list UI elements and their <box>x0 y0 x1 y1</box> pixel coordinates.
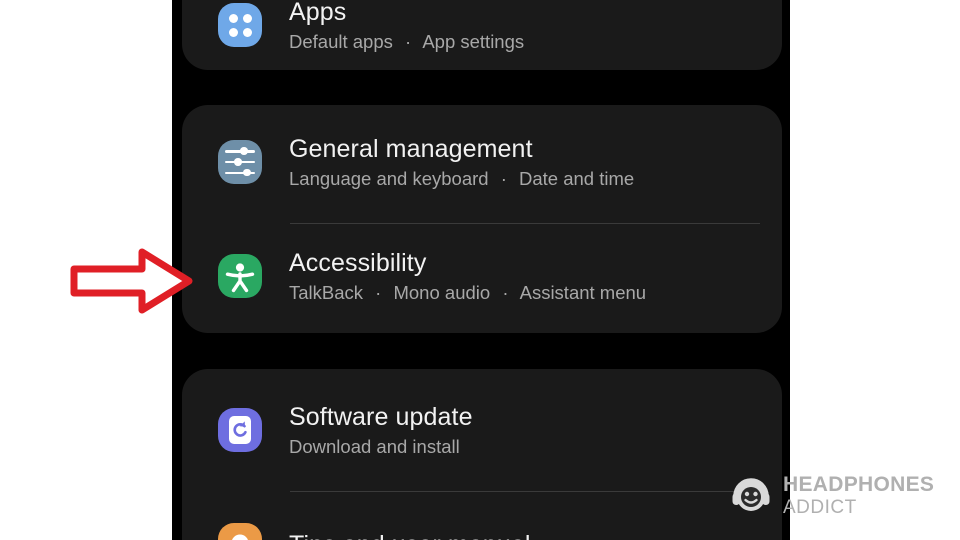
software-update-icon-wrap <box>218 408 262 452</box>
phone-settings-screen: Apps Default apps · App settings General… <box>172 0 790 540</box>
general-management-title: General management <box>289 134 533 163</box>
settings-row-general-management[interactable]: General management Language and keyboard… <box>182 105 782 219</box>
software-update-icon <box>218 408 262 452</box>
settings-row-tips-and-user-manual[interactable]: Tips and user manual <box>182 491 782 540</box>
settings-row-accessibility[interactable]: Accessibility TalkBack · Mono audio · As… <box>182 219 782 333</box>
apps-grid-icon <box>218 3 262 47</box>
accessibility-subtitle-part-2: Mono audio <box>393 281 491 303</box>
watermark-line-1: HEADPHONES <box>783 472 935 496</box>
apps-grid-dots <box>218 3 262 47</box>
subtitle-separator: · <box>500 167 507 189</box>
accessibility-icon-wrap <box>218 254 262 298</box>
watermark: HEADPHONES ADDICT <box>728 472 934 518</box>
accessibility-texts: Accessibility TalkBack · Mono audio · As… <box>289 248 646 305</box>
general-management-subtitle: Language and keyboard · Date and time <box>289 167 634 191</box>
red-arrow-pointer <box>70 248 193 314</box>
subtitle-separator: · <box>375 281 382 303</box>
general-management-texts: General management Language and keyboard… <box>289 134 634 191</box>
general-management-icon-wrap <box>218 140 262 184</box>
tips-icon-wrap <box>218 523 262 540</box>
software-update-texts: Software update Download and install <box>289 402 473 459</box>
watermark-text: HEADPHONES ADDICT <box>783 474 934 517</box>
settings-card-update: Software update Download and install Tip… <box>182 369 782 540</box>
apps-texts: Apps Default apps · App settings <box>289 0 524 54</box>
subtitle-separator: · <box>405 30 412 52</box>
accessibility-subtitle-part-3: Assistant menu <box>519 281 647 303</box>
accessibility-person-glyph <box>225 263 255 293</box>
accessibility-subtitle-part-1: TalkBack <box>289 281 364 303</box>
refresh-arrow-glyph <box>233 421 247 437</box>
apps-subtitle-part-1: Default apps <box>289 30 393 52</box>
headphones-face-logo <box>732 478 770 511</box>
tips-texts: Tips and user manual <box>289 530 530 540</box>
software-update-subtitle: Download and install <box>289 435 460 457</box>
software-update-title: Software update <box>289 402 473 431</box>
settings-card-general: General management Language and keyboard… <box>182 105 782 333</box>
accessibility-subtitle: TalkBack · Mono audio · Assistant menu <box>289 281 646 305</box>
subtitle-separator: · <box>502 281 509 303</box>
sliders-glyph <box>218 140 262 184</box>
screenshot-stage: Apps Default apps · App settings General… <box>0 0 960 540</box>
apps-title: Apps <box>289 0 347 26</box>
slider-line-1 <box>225 147 255 155</box>
accessibility-person-icon <box>218 254 262 298</box>
apps-subtitle-part-2: App settings <box>422 30 525 52</box>
apps-subtitle: Default apps · App settings <box>289 30 524 54</box>
settings-card-apps: Apps Default apps · App settings <box>182 0 782 70</box>
apps-icon-wrap <box>218 3 262 47</box>
tips-and-user-manual-title: Tips and user manual <box>289 530 530 540</box>
settings-row-apps[interactable]: Apps Default apps · App settings <box>182 0 782 70</box>
lightbulb-glyph <box>232 534 248 540</box>
settings-row-software-update[interactable]: Software update Download and install <box>182 369 782 491</box>
sliders-icon <box>218 140 262 184</box>
general-management-subtitle-part-1: Language and keyboard <box>289 167 489 189</box>
slider-line-3 <box>225 168 255 177</box>
tips-icon <box>218 523 262 540</box>
general-management-subtitle-part-2: Date and time <box>519 167 635 189</box>
slider-line-2 <box>225 158 255 166</box>
watermark-line-2: ADDICT <box>783 496 857 518</box>
accessibility-title: Accessibility <box>289 248 427 277</box>
